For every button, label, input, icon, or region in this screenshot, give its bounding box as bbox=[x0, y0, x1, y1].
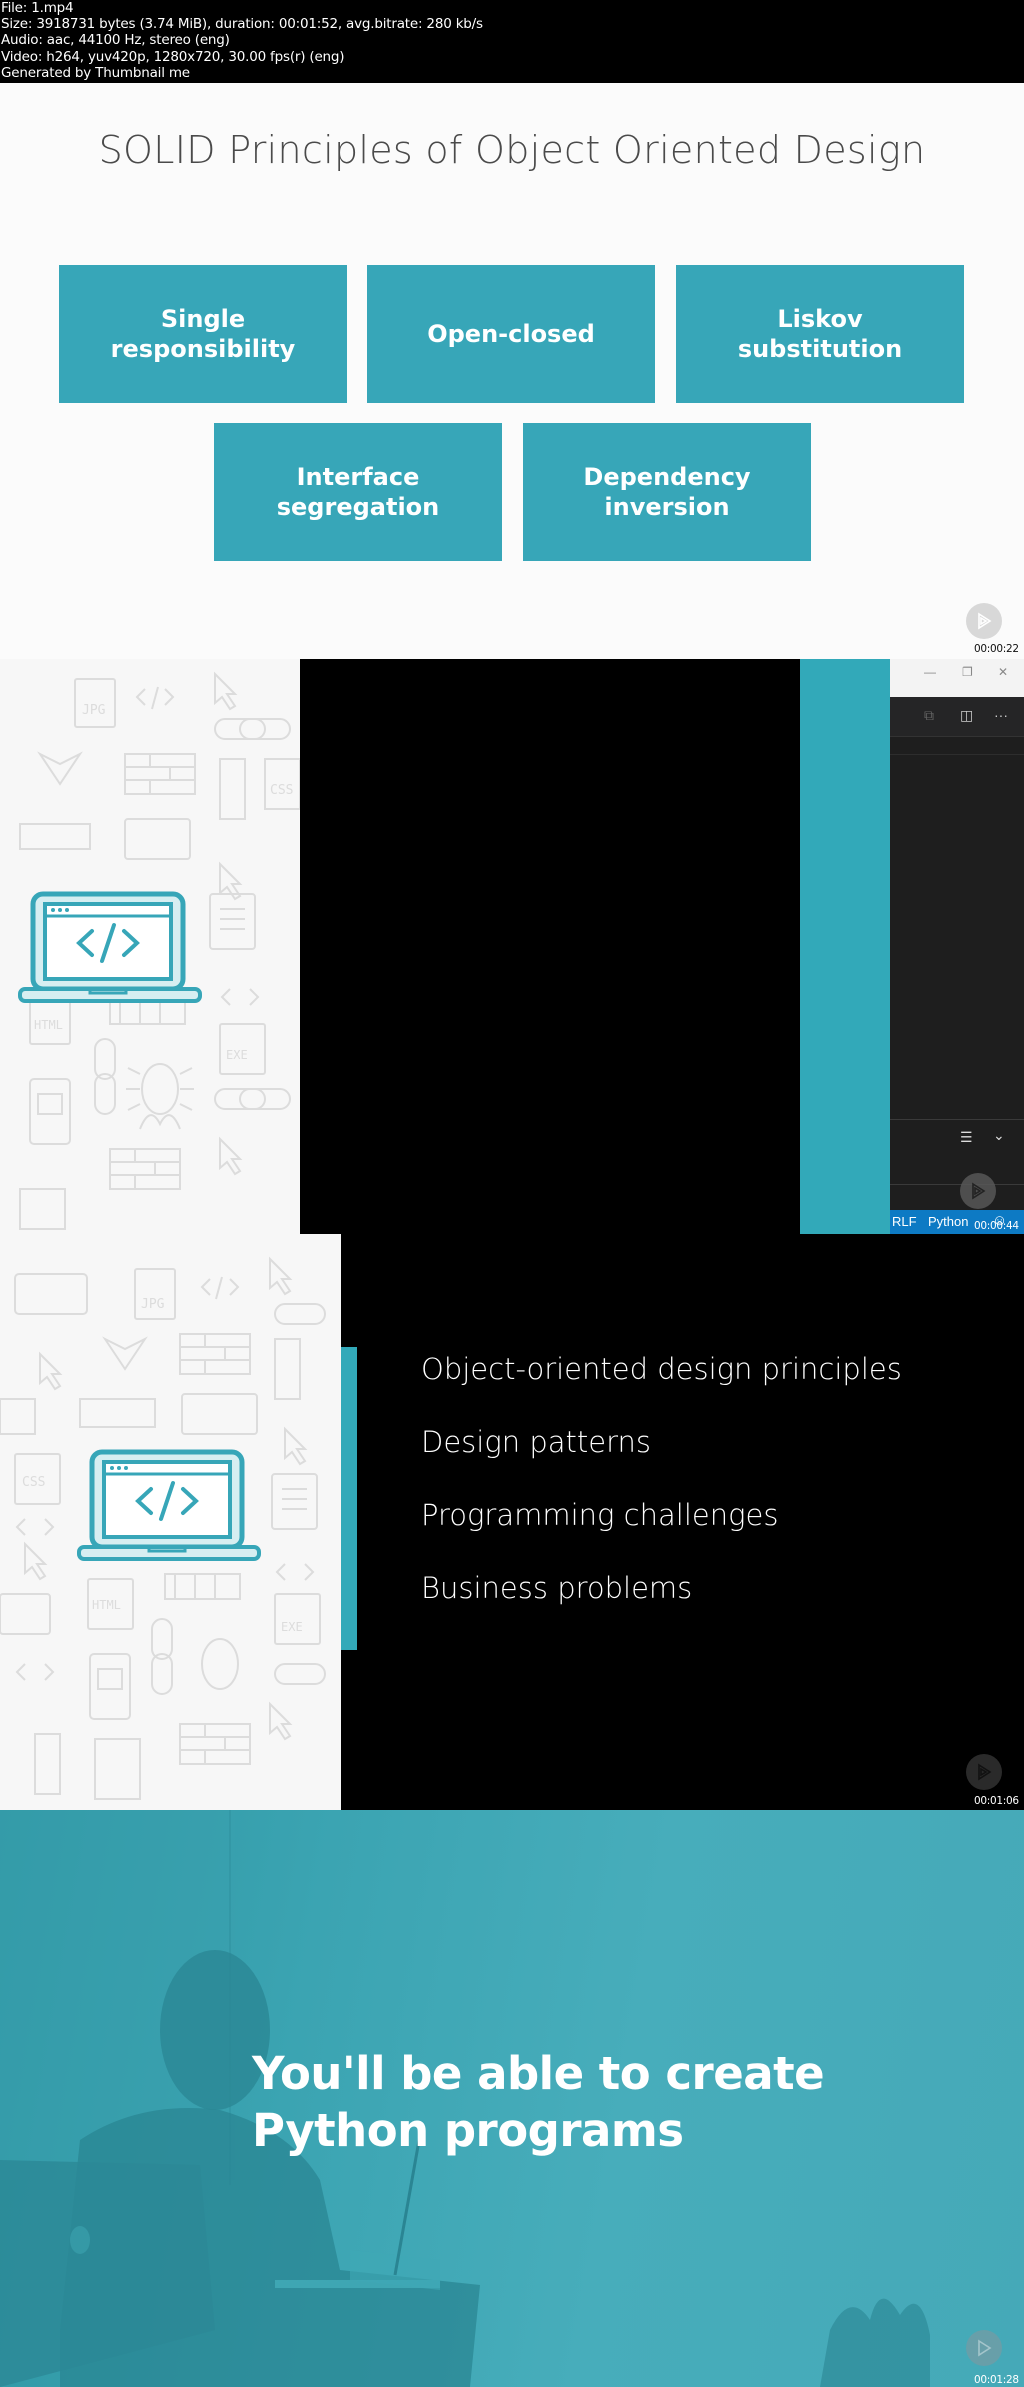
svg-text:CSS: CSS bbox=[270, 783, 293, 798]
principle-interface-segregation: Interface segregation bbox=[214, 423, 502, 561]
svg-text:HTML: HTML bbox=[34, 1018, 63, 1032]
svg-text:EXE: EXE bbox=[226, 1048, 248, 1062]
headline-line: You'll be able to create bbox=[252, 2047, 825, 2100]
restore-button[interactable]: ❐ bbox=[962, 665, 973, 679]
vscode-window: — ❐ ✕ ⧉ ◫ ··· ☰ ⌄ RLF Python ☺ 00:00:44 bbox=[890, 659, 1024, 1234]
topic-item: Design patterns bbox=[421, 1425, 652, 1459]
pluralsight-play-icon bbox=[966, 603, 1002, 639]
open-changes-icon[interactable]: ⧉ bbox=[924, 707, 934, 724]
panel-divider bbox=[890, 1119, 1024, 1120]
svg-text:CSS: CSS bbox=[22, 1475, 45, 1490]
frame-timestamp: 00:00:44 bbox=[974, 1220, 1019, 1232]
frame-solid-principles: SOLID Principles of Object Oriented Desi… bbox=[0, 83, 1024, 659]
chevron-down-icon[interactable]: ⌄ bbox=[993, 1127, 1005, 1144]
window-titlebar: — ❐ ✕ bbox=[890, 659, 1024, 697]
principle-liskov-substitution: Liskov substitution bbox=[676, 265, 964, 403]
eol-indicator[interactable]: RLF bbox=[892, 1214, 917, 1229]
slide-title: SOLID Principles of Object Oriented Desi… bbox=[98, 128, 926, 172]
editor-breadcrumb-bar bbox=[890, 737, 1024, 755]
more-actions-icon[interactable]: ··· bbox=[994, 707, 1008, 723]
frame-course-topics: JPG CSS HTML EXE Object-oriented design … bbox=[0, 1234, 1024, 1810]
file-info-line: Audio: aac, 44100 Hz, stereo (eng) bbox=[1, 32, 230, 49]
panel-divider bbox=[890, 1184, 1024, 1185]
close-button[interactable]: ✕ bbox=[998, 665, 1008, 679]
editor-toolbar: ⧉ ◫ ··· bbox=[890, 697, 1024, 737]
teal-accent-bar bbox=[341, 1347, 357, 1650]
headline-line: Python programs bbox=[252, 2104, 684, 2157]
headline: You'll be able to create Python programs bbox=[252, 2045, 825, 2159]
frame-editor-transition: JPG CSS HTML EXE — ❐ ✕ ⧉ ◫ ··· ☰ ⌄ RLF P… bbox=[0, 659, 1024, 1234]
laptop-code-icon bbox=[18, 891, 202, 1003]
file-info-line: Video: h264, yuv420p, 1280x720, 30.00 fp… bbox=[1, 48, 345, 65]
frame-timestamp: 00:01:28 bbox=[974, 2374, 1019, 2386]
teal-accent-strip bbox=[800, 659, 890, 1234]
file-info-line: File: 1.mp4 bbox=[1, 0, 74, 16]
pluralsight-play-icon bbox=[960, 1173, 996, 1209]
split-editor-icon[interactable]: ◫ bbox=[960, 707, 973, 724]
pluralsight-play-icon bbox=[966, 1754, 1002, 1790]
laptop-code-icon bbox=[77, 1449, 261, 1561]
pluralsight-play-icon bbox=[966, 2330, 1002, 2366]
topic-item: Programming challenges bbox=[421, 1498, 779, 1532]
file-info-header: File: 1.mp4 Size: 3918731 bytes (3.74 Mi… bbox=[0, 0, 1024, 83]
frame-timestamp: 00:01:06 bbox=[974, 1795, 1019, 1807]
topic-item: Business problems bbox=[421, 1571, 693, 1605]
tech-icons-background: JPG CSS HTML EXE bbox=[18, 671, 300, 1230]
frame-course-outcome: You'll be able to create Python programs… bbox=[0, 1810, 1024, 2387]
minimize-button[interactable]: — bbox=[924, 665, 936, 679]
frame-timestamp: 00:00:22 bbox=[974, 643, 1019, 655]
clear-output-icon[interactable]: ☰ bbox=[960, 1129, 973, 1146]
svg-text:JPG: JPG bbox=[82, 703, 106, 718]
topic-item: Object-oriented design principles bbox=[421, 1352, 902, 1386]
language-mode[interactable]: Python bbox=[928, 1214, 968, 1229]
code-icon-pattern-panel: JPG CSS HTML EXE bbox=[0, 659, 300, 1234]
principle-dependency-inversion: Dependency inversion bbox=[523, 423, 811, 561]
principle-open-closed: Open-closed bbox=[367, 265, 655, 403]
principle-single-responsibility: Single responsibility bbox=[59, 265, 347, 403]
svg-text:EXE: EXE bbox=[281, 1620, 303, 1634]
svg-text:JPG: JPG bbox=[141, 1297, 165, 1312]
code-icon-pattern-panel: JPG CSS HTML EXE bbox=[0, 1234, 341, 1810]
file-info-line: Generated by Thumbnail me bbox=[1, 64, 190, 81]
svg-text:HTML: HTML bbox=[92, 1598, 121, 1612]
tech-icons-background: JPG CSS HTML EXE bbox=[0, 1256, 326, 1800]
file-info-line: Size: 3918731 bytes (3.74 MiB), duration… bbox=[1, 16, 483, 33]
